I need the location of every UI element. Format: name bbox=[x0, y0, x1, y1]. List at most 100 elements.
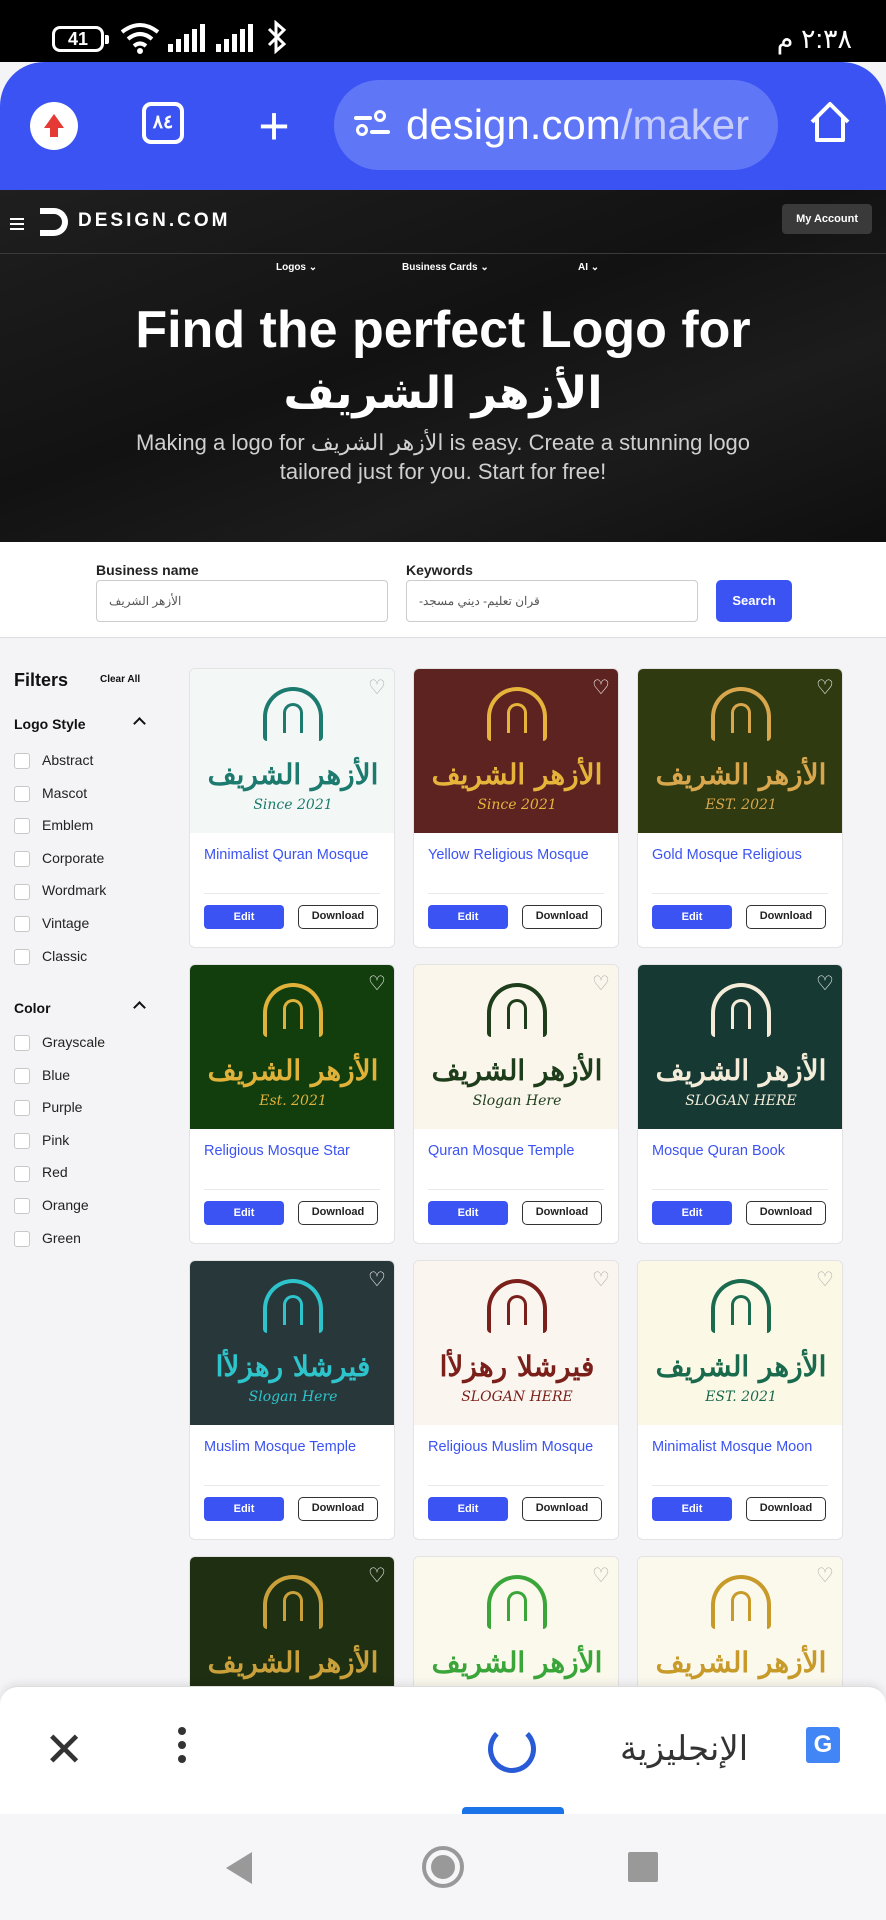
checkbox[interactable] bbox=[14, 948, 30, 965]
favorite-heart-icon[interactable]: ♡ bbox=[592, 1270, 610, 1290]
logo-title[interactable]: Minimalist Mosque Moon bbox=[652, 1439, 812, 1455]
logo-style-option[interactable]: Classic bbox=[14, 947, 87, 965]
home-button-icon[interactable] bbox=[422, 1846, 464, 1888]
download-button[interactable]: Download bbox=[522, 1201, 602, 1225]
checkbox[interactable] bbox=[14, 851, 30, 868]
logo-card[interactable]: الأزهر الشريف EST. 2021 ♡ Minimalist Mosque… bbox=[637, 1260, 843, 1540]
checkbox[interactable] bbox=[14, 753, 30, 770]
checkbox[interactable] bbox=[14, 916, 30, 933]
edit-button[interactable]: Edit bbox=[204, 905, 284, 929]
address-bar[interactable]: design.com/maker bbox=[334, 80, 778, 170]
logo-card[interactable]: فيرشلا رهزلأا SLOGAN HERE ♡ Religious Musli… bbox=[413, 1260, 619, 1540]
favorite-heart-icon[interactable]: ♡ bbox=[368, 1566, 386, 1586]
logo-title[interactable]: Minimalist Quran Mosque bbox=[204, 847, 368, 863]
favorite-heart-icon[interactable]: ♡ bbox=[816, 974, 834, 994]
checkbox[interactable] bbox=[14, 1035, 30, 1052]
logo-title[interactable]: Religious Muslim Mosque bbox=[428, 1439, 593, 1455]
my-account-button[interactable]: My Account bbox=[782, 204, 872, 234]
favorite-heart-icon[interactable]: ♡ bbox=[368, 678, 386, 698]
download-button[interactable]: Download bbox=[746, 1201, 826, 1225]
edit-button[interactable]: Edit bbox=[428, 1497, 508, 1521]
logo-title[interactable]: Religious Mosque Star bbox=[204, 1143, 350, 1159]
checkbox[interactable] bbox=[14, 1067, 30, 1084]
logo-style-option[interactable]: Wordmark bbox=[14, 881, 106, 900]
clear-all-button[interactable]: Clear All bbox=[100, 674, 140, 685]
checkbox[interactable] bbox=[14, 883, 30, 900]
logo-title[interactable]: Yellow Religious Mosque bbox=[428, 847, 589, 863]
favorite-heart-icon[interactable]: ♡ bbox=[368, 974, 386, 994]
logo-preview[interactable]: الأزهر الشريف Slogan Here ♡ bbox=[414, 965, 618, 1129]
tabs-button[interactable]: ٨٤ bbox=[142, 102, 184, 144]
logo-card[interactable]: الأزهر الشريف Est. 2021 ♡ Religious Mosque … bbox=[189, 964, 395, 1244]
search-button[interactable]: Search bbox=[716, 580, 792, 622]
menu-icon[interactable] bbox=[10, 218, 24, 233]
checkbox[interactable] bbox=[14, 1198, 30, 1215]
edit-button[interactable]: Edit bbox=[428, 905, 508, 929]
color-header[interactable]: Color bbox=[14, 1000, 146, 1016]
edit-button[interactable]: Edit bbox=[204, 1201, 284, 1225]
color-option[interactable]: Grayscale bbox=[14, 1033, 105, 1052]
color-option[interactable]: Red bbox=[14, 1163, 68, 1182]
favorite-heart-icon[interactable]: ♡ bbox=[592, 1566, 610, 1586]
favorite-heart-icon[interactable]: ♡ bbox=[816, 678, 834, 698]
site-logo[interactable]: DESIGN.COM bbox=[40, 206, 230, 236]
nav-logos[interactable]: Logos ⌄ bbox=[276, 262, 317, 273]
keywords-input[interactable]: قران تعليم- ديني مسجد- bbox=[406, 580, 698, 622]
logo-preview[interactable]: الأزهر الشريف Since 2021 ♡ bbox=[190, 669, 394, 833]
recent-apps-icon[interactable] bbox=[628, 1852, 658, 1882]
logo-preview[interactable]: فيرشلا رهزلأا SLOGAN HERE ♡ bbox=[414, 1261, 618, 1425]
edit-button[interactable]: Edit bbox=[204, 1497, 284, 1521]
favorite-heart-icon[interactable]: ♡ bbox=[368, 1270, 386, 1290]
logo-title[interactable]: Quran Mosque Temple bbox=[428, 1143, 574, 1159]
back-icon[interactable] bbox=[226, 1852, 252, 1884]
home-icon[interactable] bbox=[806, 98, 854, 146]
logo-title[interactable]: Gold Mosque Religious bbox=[652, 847, 802, 863]
logo-title[interactable]: Mosque Quran Book bbox=[652, 1143, 785, 1159]
logo-card[interactable]: الأزهر الشريف Since 2021 ♡ Yellow Religious… bbox=[413, 668, 619, 948]
logo-style-option[interactable]: Mascot bbox=[14, 784, 87, 802]
more-options-icon[interactable] bbox=[178, 1727, 186, 1769]
logo-card[interactable]: الأزهر الشريف EST. 2021 ♡ Gold Mosque Relig… bbox=[637, 668, 843, 948]
color-option[interactable]: Orange bbox=[14, 1196, 89, 1215]
color-option[interactable]: Pink bbox=[14, 1131, 69, 1150]
download-button[interactable]: Download bbox=[298, 1497, 378, 1521]
logo-style-option[interactable]: Emblem bbox=[14, 816, 93, 835]
business-name-input[interactable]: الأزهر الشريف bbox=[96, 580, 388, 622]
upload-icon[interactable] bbox=[30, 102, 78, 150]
logo-title[interactable]: Muslim Mosque Temple bbox=[204, 1439, 356, 1455]
download-button[interactable]: Download bbox=[746, 905, 826, 929]
google-translate-icon[interactable]: G bbox=[806, 1727, 854, 1773]
logo-style-option[interactable]: Corporate bbox=[14, 849, 104, 868]
logo-preview[interactable]: الأزهر الشريف EST. 2021 ♡ bbox=[638, 1261, 842, 1425]
close-icon[interactable]: ✕ bbox=[44, 1727, 84, 1775]
nav-business-cards[interactable]: Business Cards ⌄ bbox=[402, 262, 489, 273]
color-option[interactable]: Green bbox=[14, 1229, 81, 1247]
edit-button[interactable]: Edit bbox=[652, 1497, 732, 1521]
logo-card[interactable]: الأزهر الشريف Since 2021 ♡ Minimalist Quran… bbox=[189, 668, 395, 948]
download-button[interactable]: Download bbox=[298, 905, 378, 929]
checkbox[interactable] bbox=[14, 785, 30, 802]
logo-card[interactable]: فيرشلا رهزلأا Slogan Here ♡ Muslim Mosque T… bbox=[189, 1260, 395, 1540]
logo-preview[interactable]: الأزهر الشريف SLOGAN HERE ♡ bbox=[638, 965, 842, 1129]
color-option[interactable]: Purple bbox=[14, 1098, 82, 1117]
logo-style-option[interactable]: Vintage bbox=[14, 914, 89, 933]
download-button[interactable]: Download bbox=[298, 1201, 378, 1225]
logo-card[interactable]: الأزهر الشريف Slogan Here ♡ Quran Mosque Te… bbox=[413, 964, 619, 1244]
checkbox[interactable] bbox=[14, 818, 30, 835]
favorite-heart-icon[interactable]: ♡ bbox=[816, 1566, 834, 1586]
nav-ai[interactable]: AI ⌄ bbox=[578, 262, 599, 273]
checkbox[interactable] bbox=[14, 1165, 30, 1182]
logo-card[interactable]: الأزهر الشريف SLOGAN HERE ♡ Mosque Quran Bo… bbox=[637, 964, 843, 1244]
download-button[interactable]: Download bbox=[522, 1497, 602, 1521]
favorite-heart-icon[interactable]: ♡ bbox=[816, 1270, 834, 1290]
color-option[interactable]: Blue bbox=[14, 1066, 70, 1084]
target-language[interactable]: الإنجليزية bbox=[620, 1727, 748, 1771]
checkbox[interactable] bbox=[14, 1230, 30, 1247]
logo-preview[interactable]: الأزهر الشريف Est. 2021 ♡ bbox=[190, 965, 394, 1129]
logo-style-option[interactable]: Abstract bbox=[14, 751, 93, 770]
edit-button[interactable]: Edit bbox=[652, 905, 732, 929]
edit-button[interactable]: Edit bbox=[428, 1201, 508, 1225]
download-button[interactable]: Download bbox=[522, 905, 602, 929]
edit-button[interactable]: Edit bbox=[652, 1201, 732, 1225]
site-settings-icon[interactable] bbox=[354, 110, 390, 140]
